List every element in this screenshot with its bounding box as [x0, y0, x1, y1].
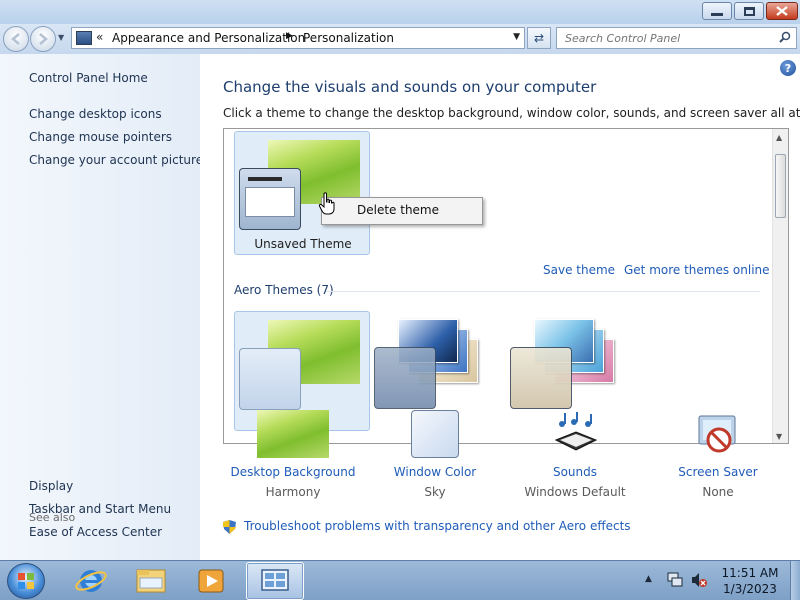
theme-list[interactable]: Unsaved Theme Aero Themes (7) Save theme… — [223, 128, 789, 444]
delete-theme-menu-item[interactable]: Delete theme — [357, 203, 439, 217]
sidebar-link-display[interactable]: Display — [29, 479, 73, 493]
sidebar-link-mouse-pointers[interactable]: Change mouse pointers — [29, 130, 172, 144]
restore-icon — [743, 6, 755, 16]
close-icon — [776, 6, 788, 16]
recent-pages-chevron-down-icon[interactable]: ▼ — [58, 33, 68, 43]
taskbar-internet-explorer[interactable] — [62, 562, 120, 600]
taskbar-media-player[interactable] — [182, 562, 240, 600]
sidebar-link-ease-of-access[interactable]: Ease of Access Center — [29, 525, 162, 539]
back-button[interactable] — [3, 26, 29, 52]
swatch-bar — [248, 177, 282, 181]
taskbar-control-panel[interactable] — [246, 562, 304, 600]
desktop-background-label[interactable]: Desktop Background — [228, 465, 358, 479]
back-arrow-icon — [11, 33, 20, 45]
sounds-icon — [554, 412, 598, 451]
window-color-swatch — [510, 347, 572, 409]
address-bar[interactable]: « Appearance and Personalization ▶ Perso… — [71, 27, 525, 49]
control-panel-icon — [261, 569, 289, 591]
window-color-swatch — [239, 348, 301, 410]
breadcrumb-separator-icon[interactable]: ▶ — [286, 31, 293, 41]
network-icon[interactable] — [666, 571, 684, 589]
sidebar-link-control-panel-home[interactable]: Control Panel Home — [29, 71, 148, 85]
start-button[interactable] — [7, 563, 45, 599]
taskbar: ▲ 11:51 AM 1/3/2023 — [0, 560, 800, 600]
refresh-button[interactable]: ⇄ — [527, 27, 551, 49]
sidebar: Control Panel Home Change desktop icons … — [0, 54, 203, 560]
breadcrumb-appearance[interactable]: Appearance and Personalization — [112, 31, 305, 45]
theme-list-scrollbar[interactable]: ▲ ▼ — [772, 129, 788, 443]
scroll-up-icon[interactable]: ▲ — [776, 133, 782, 142]
page-title: Change the visuals and sounds on your co… — [223, 78, 597, 96]
sidebar-link-taskbar[interactable]: Taskbar and Start Menu — [29, 502, 171, 516]
aero-themes-heading: Aero Themes (7) — [234, 283, 334, 297]
media-player-icon — [198, 569, 224, 593]
refresh-icon: ⇄ — [533, 31, 545, 45]
scroll-thumb[interactable] — [775, 154, 786, 218]
folder-icon — [136, 569, 166, 593]
sounds-value: Windows Default — [524, 485, 626, 499]
search-input[interactable] — [557, 28, 772, 48]
scroll-down-icon[interactable]: ▼ — [776, 432, 782, 441]
window-color-value: Sky — [424, 485, 446, 499]
control-panel-icon — [76, 31, 92, 45]
windows-logo-icon — [18, 573, 34, 589]
main-content: ? Change the visuals and sounds on your … — [200, 54, 800, 560]
show-desktop-button[interactable] — [790, 561, 800, 600]
window-color-icon — [411, 410, 459, 458]
taskbar-windows-explorer[interactable] — [122, 562, 180, 600]
window-color-swatch — [374, 347, 436, 409]
close-button[interactable] — [766, 2, 798, 20]
title-bar — [0, 0, 800, 24]
sounds-label[interactable]: Sounds — [510, 465, 640, 479]
minimize-icon — [711, 12, 723, 16]
context-menu: Delete theme — [321, 197, 483, 225]
sidebar-link-account-picture[interactable]: Change your account picture — [29, 153, 203, 167]
troubleshoot-aero-link[interactable]: Troubleshoot problems with transparency … — [244, 519, 631, 533]
volume-muted-icon[interactable] — [690, 571, 708, 589]
breadcrumb-overflow-icon[interactable]: « — [96, 30, 103, 44]
swatch-inner — [245, 187, 295, 217]
get-more-themes-link[interactable]: Get more themes online — [624, 263, 770, 277]
sidebar-link-desktop-icons[interactable]: Change desktop icons — [29, 107, 162, 121]
divider — [326, 291, 760, 292]
breadcrumb-personalization[interactable]: Personalization — [303, 31, 394, 45]
desktop-background-icon — [257, 410, 329, 458]
theme-label: Unsaved Theme — [254, 237, 352, 251]
shield-icon — [223, 520, 236, 534]
desktop-background-value: Harmony — [265, 485, 321, 499]
forward-button[interactable] — [30, 26, 56, 52]
window-color-swatch — [239, 168, 301, 230]
maximize-button[interactable] — [734, 2, 764, 20]
page-subtitle: Click a theme to change the desktop back… — [223, 106, 800, 120]
help-icon[interactable]: ? — [780, 60, 796, 76]
search-box[interactable] — [556, 27, 797, 49]
internet-explorer-icon — [75, 570, 107, 592]
screen-saver-value: None — [702, 485, 734, 499]
window-color-label[interactable]: Window Color — [370, 465, 500, 479]
show-hidden-icons-icon[interactable]: ▲ — [645, 574, 652, 584]
screen-saver-icon — [698, 415, 736, 453]
forward-arrow-icon — [39, 33, 48, 45]
theme-tile-unsaved[interactable]: Unsaved Theme — [234, 131, 370, 255]
search-icon[interactable] — [779, 31, 791, 43]
save-theme-link[interactable]: Save theme — [543, 263, 615, 277]
screen-saver-label[interactable]: Screen Saver — [653, 465, 783, 479]
hand-cursor-icon — [318, 192, 335, 215]
minimize-button[interactable] — [702, 2, 732, 20]
clock-time[interactable]: 11:51 AM — [713, 566, 787, 580]
address-dropdown-icon[interactable]: ▼ — [513, 32, 520, 42]
clock-date[interactable]: 1/3/2023 — [713, 582, 787, 596]
